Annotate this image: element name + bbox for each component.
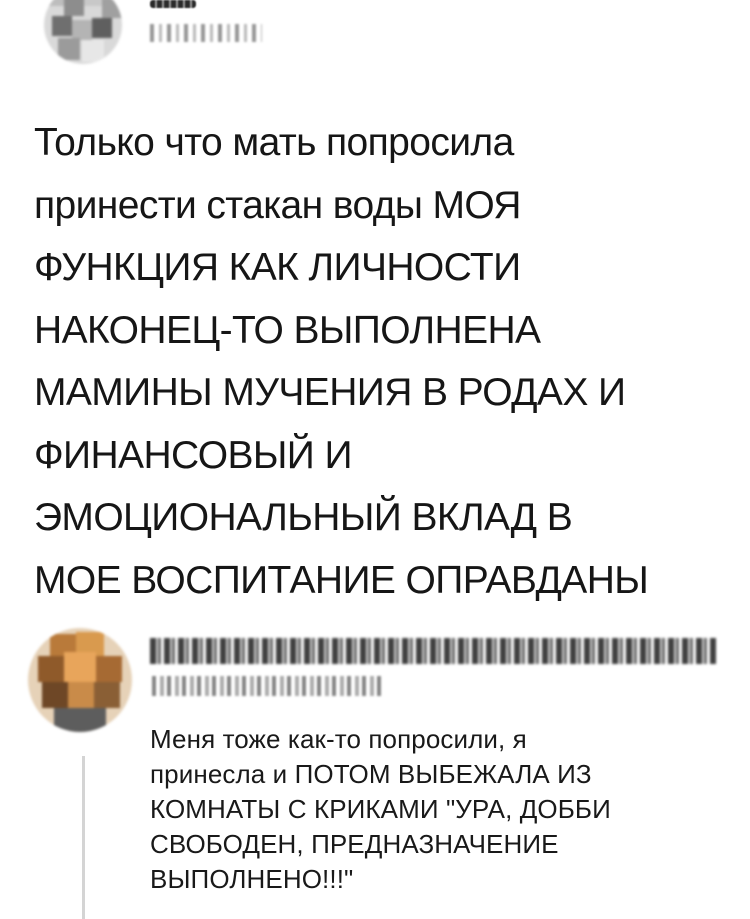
pixelated-avatar-icon (44, 0, 122, 64)
pixelated-avatar-icon (28, 628, 132, 732)
author-name-redacted[interactable] (150, 0, 196, 8)
reply-post: Меня тоже как-то попросили, я принесла и… (0, 620, 750, 919)
tweet-text: Только что мать попросила принести стака… (34, 121, 649, 602)
avatar-blurred[interactable] (44, 0, 122, 64)
reply-text: Меня тоже как-то попросили, я принесла и… (150, 724, 611, 894)
reply-author-handle-redacted (152, 676, 384, 696)
thread-line (82, 756, 85, 919)
original-post-header (0, 0, 750, 70)
author-handle-redacted (150, 24, 262, 42)
reply-author-name-redacted[interactable] (150, 638, 716, 664)
avatar-blurred[interactable] (28, 628, 132, 732)
